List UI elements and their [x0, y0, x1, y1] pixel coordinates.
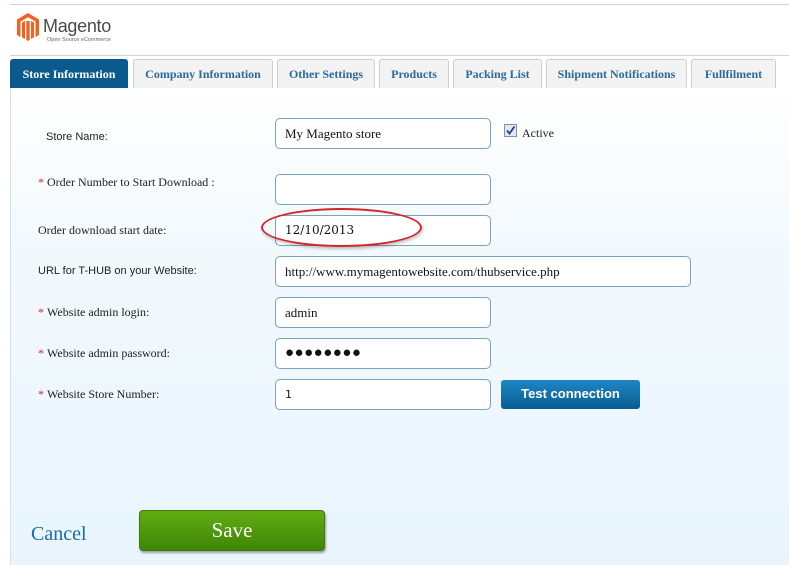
tab-fullfilment[interactable]: Fullfilment: [691, 59, 776, 88]
top-divider: [10, 4, 789, 5]
required-marker: *: [38, 175, 44, 189]
save-button[interactable]: Save: [139, 510, 325, 551]
admin-password-label: * Website admin password:: [38, 346, 170, 361]
store-name-input[interactable]: My Magento store: [275, 118, 491, 149]
admin-login-input[interactable]: admin: [275, 297, 491, 328]
store-number-input[interactable]: 1: [275, 379, 491, 410]
admin-login-label-text: Website admin login:: [47, 305, 150, 319]
order-number-label: * Order Number to Start Download :: [38, 175, 215, 190]
tab-other-settings[interactable]: Other Settings: [277, 59, 375, 88]
cancel-link[interactable]: Cancel: [31, 523, 87, 546]
url-label: URL for T-HUB on your Website:: [38, 265, 197, 277]
tab-products[interactable]: Products: [379, 59, 449, 88]
tab-packing-list[interactable]: Packing List: [453, 59, 542, 88]
magento-logo-icon: [17, 13, 39, 41]
store-name-label: Store Name:: [46, 131, 108, 143]
checkmark-icon: [506, 125, 516, 135]
order-number-label-text: Order Number to Start Download :: [47, 175, 215, 189]
tabs-divider: [10, 55, 789, 56]
required-marker: *: [38, 305, 44, 319]
store-number-label-text: Website Store Number:: [47, 387, 160, 401]
active-checkbox[interactable]: [504, 124, 517, 137]
tab-company-information[interactable]: Company Information: [133, 59, 273, 88]
magento-logo: Magento Open Source eCommerce: [16, 12, 136, 48]
order-date-label: Order download start date:: [38, 223, 167, 237]
required-marker: *: [38, 387, 44, 401]
required-marker: *: [38, 346, 44, 360]
tab-store-information[interactable]: Store Information: [10, 59, 128, 88]
order-date-input[interactable]: 12/10/2013: [275, 215, 491, 246]
store-number-label: * Website Store Number:: [38, 387, 159, 402]
admin-password-label-text: Website admin password:: [47, 346, 171, 360]
test-connection-button[interactable]: Test connection: [501, 380, 640, 409]
admin-login-label: * Website admin login:: [38, 305, 149, 320]
brand-name: Magento: [43, 16, 111, 36]
url-input[interactable]: http://www.mymagentowebsite.com/thubserv…: [275, 256, 691, 287]
active-label: Active: [522, 126, 554, 140]
brand-tagline: Open Source eCommerce: [47, 37, 111, 43]
admin-password-input[interactable]: ●●●●●●●●: [275, 338, 491, 369]
order-number-input[interactable]: [275, 174, 491, 205]
tab-shipment-notifications[interactable]: Shipment Notifications: [546, 59, 687, 88]
